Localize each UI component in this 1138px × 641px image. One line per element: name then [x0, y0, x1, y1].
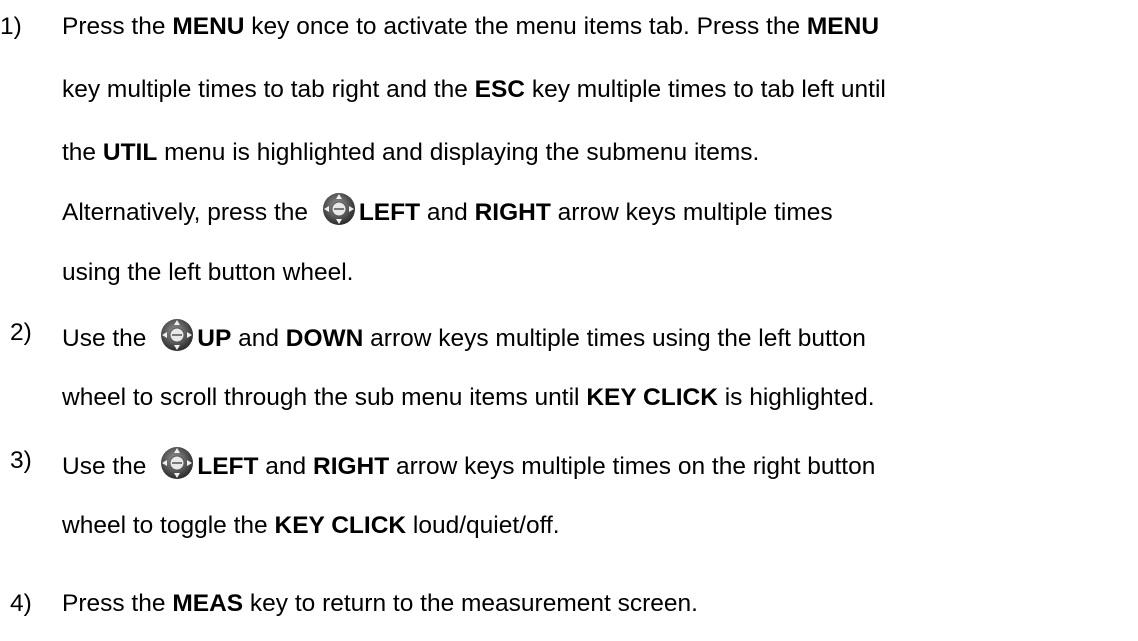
right-key-label: RIGHT — [474, 199, 551, 226]
util-menu-label: UTIL — [102, 139, 158, 166]
step-2-line-2: wheel to scroll through the sub menu ite… — [62, 384, 875, 411]
step-number: 1) — [0, 13, 22, 40]
menu-key-label: MENU — [806, 13, 880, 40]
key-click-label: KEY CLICK — [586, 384, 718, 411]
left-key-label: LEFT — [197, 453, 259, 480]
arrow-button-wheel-icon — [321, 192, 357, 226]
down-key-label: DOWN — [285, 325, 364, 352]
step-2-line-1: 2) Use the UP and DOWN arrow keys multip… — [10, 319, 866, 352]
left-key-label: LEFT — [358, 199, 421, 226]
step-number: 4) — [10, 590, 32, 617]
step-3-line-2: wheel to toggle the KEY CLICK loud/quiet… — [62, 512, 560, 539]
step-1-line-4: Alternatively, press the LEFT and RIGHT … — [62, 192, 833, 226]
up-key-label: UP — [197, 325, 232, 352]
step-4-line-1: 4) Press the MEAS key to return to the m… — [10, 590, 698, 617]
meas-key-label: MEAS — [172, 590, 244, 617]
step-number: 3) — [10, 447, 32, 474]
right-key-label: RIGHT — [313, 453, 390, 480]
step-1-line-2: key multiple times to tab right and the … — [62, 76, 886, 103]
step-number: 2) — [10, 319, 32, 346]
esc-key-label: ESC — [474, 76, 526, 103]
arrow-button-wheel-icon — [159, 446, 195, 480]
arrow-button-wheel-icon — [159, 318, 195, 352]
step-3-line-1: 3) Use the LEFT and RIGHT arrow keys mul… — [10, 447, 876, 480]
step-1-line-3: the UTIL menu is highlighted and display… — [62, 139, 760, 166]
menu-key-label: MENU — [172, 13, 245, 40]
step-1-line-5: using the left button wheel. — [62, 259, 354, 286]
key-click-label: KEY CLICK — [274, 512, 407, 539]
